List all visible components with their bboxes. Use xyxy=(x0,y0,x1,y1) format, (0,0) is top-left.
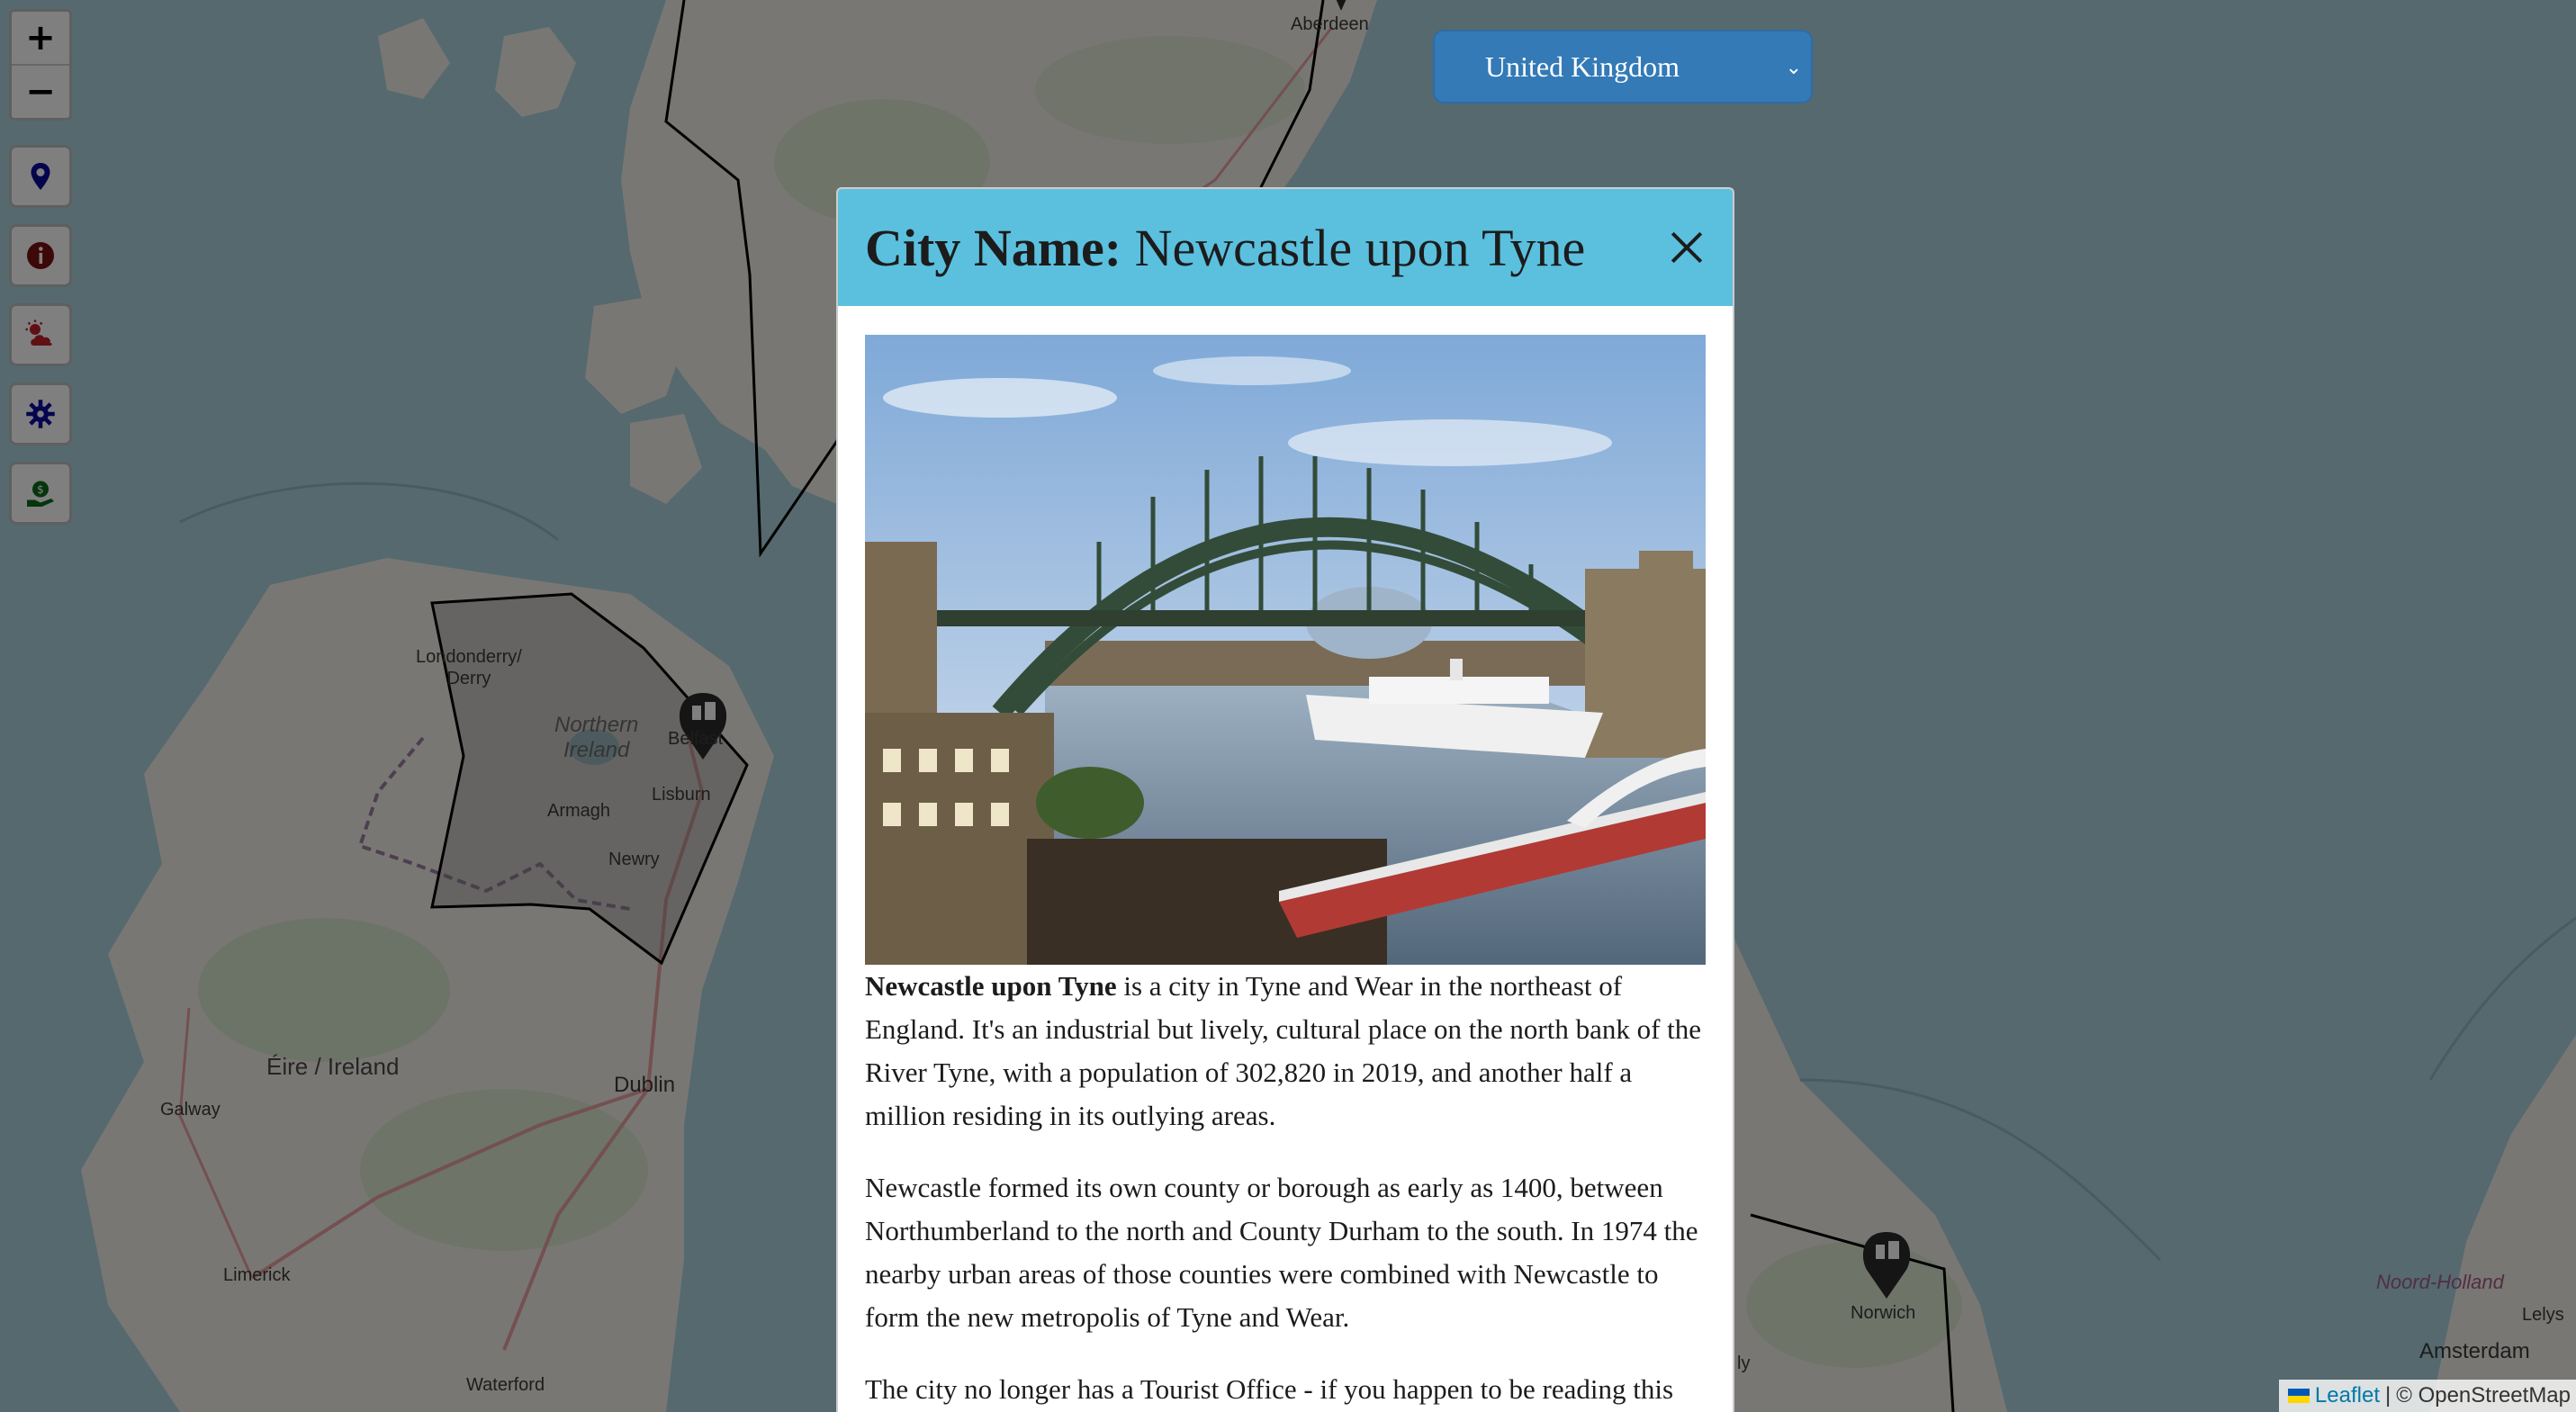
svg-text:$: $ xyxy=(37,483,44,496)
ukraine-flag-icon xyxy=(2287,1389,2310,1403)
osm-attribution-text: © OpenStreetMap xyxy=(2396,1383,2571,1408)
chevron-down-icon: ⌄ xyxy=(1785,57,1802,79)
zoom-in-button[interactable]: + xyxy=(12,12,69,64)
map-label-dublin: Dublin xyxy=(614,1073,676,1097)
map-label-northern-ireland: Northern Ireland xyxy=(554,713,639,762)
modal-header: City Name: Newcastle upon Tyne xyxy=(838,189,1733,306)
info-icon xyxy=(27,242,54,269)
weather-button[interactable] xyxy=(9,303,72,366)
locate-button[interactable] xyxy=(9,145,72,208)
weather-sun-cloud-icon xyxy=(25,319,52,346)
city-photo xyxy=(865,335,1706,965)
map-attribution: Leaflet | © OpenStreetMap xyxy=(2278,1380,2576,1412)
map-label-limerick: Limerick xyxy=(223,1265,291,1285)
map-label-waterford: Waterford xyxy=(466,1375,545,1395)
city-description-paragraph-1: Newcastle upon Tyne is a city in Tyne an… xyxy=(865,965,1706,1138)
currency-button[interactable]: $ xyxy=(9,462,72,525)
city-description-paragraph-2: Newcastle formed its own county or borou… xyxy=(865,1172,1698,1333)
map-label-eire: Éire / Ireland xyxy=(266,1053,400,1080)
country-select[interactable]: United Kingdom ⌄ xyxy=(1433,30,1813,103)
map-label-amsterdam: Amsterdam xyxy=(2419,1339,2530,1363)
map-label-partial: ly xyxy=(1737,1354,1751,1373)
map-label-belfast: Belfast xyxy=(668,729,724,749)
money-hand-icon: $ xyxy=(27,481,54,507)
modal-city-name: Newcastle upon Tyne xyxy=(1134,218,1586,277)
map-label-lisburn: Lisburn xyxy=(652,785,711,805)
settings-button[interactable] xyxy=(9,382,72,445)
gear-icon xyxy=(26,400,55,428)
close-icon[interactable] xyxy=(1662,223,1711,272)
location-pin-icon xyxy=(31,163,50,190)
attribution-separator: | xyxy=(2384,1383,2391,1408)
map-label-galway: Galway xyxy=(160,1100,221,1120)
map-label-noord-holland: Noord-Holland xyxy=(2376,1271,2504,1293)
map-label-aberdeen: Aberdeen xyxy=(1291,14,1369,34)
leaflet-link[interactable]: Leaflet xyxy=(2315,1380,2380,1412)
map-label-norwich: Norwich xyxy=(1851,1303,1916,1323)
modal-title: City Name: Newcastle upon Tyne xyxy=(865,218,1585,278)
city-modal: City Name: Newcastle upon Tyne Newcastle… xyxy=(836,187,1734,1412)
city-description-paragraph-3: The city no longer has a Tourist Office … xyxy=(865,1373,1674,1405)
modal-body: Newcastle upon Tyne is a city in Tyne an… xyxy=(838,306,1733,1411)
city-description-bold-name: Newcastle upon Tyne xyxy=(865,970,1117,1002)
map-label-armagh: Armagh xyxy=(547,801,611,821)
country-select-value: United Kingdom xyxy=(1485,49,1680,83)
map-label-newry: Newry xyxy=(608,850,660,869)
map-label-londonderry: Londonderry/ Derry xyxy=(416,647,522,688)
map-app: Aberdeen Londonderry/ Derry Northern Ire… xyxy=(0,0,2576,1412)
zoom-control: + − xyxy=(9,9,72,121)
map-label-lelystad: Lelys xyxy=(2522,1305,2564,1325)
info-button[interactable] xyxy=(9,224,72,287)
zoom-out-button[interactable]: − xyxy=(12,64,69,118)
modal-title-label: City Name: xyxy=(865,218,1122,277)
